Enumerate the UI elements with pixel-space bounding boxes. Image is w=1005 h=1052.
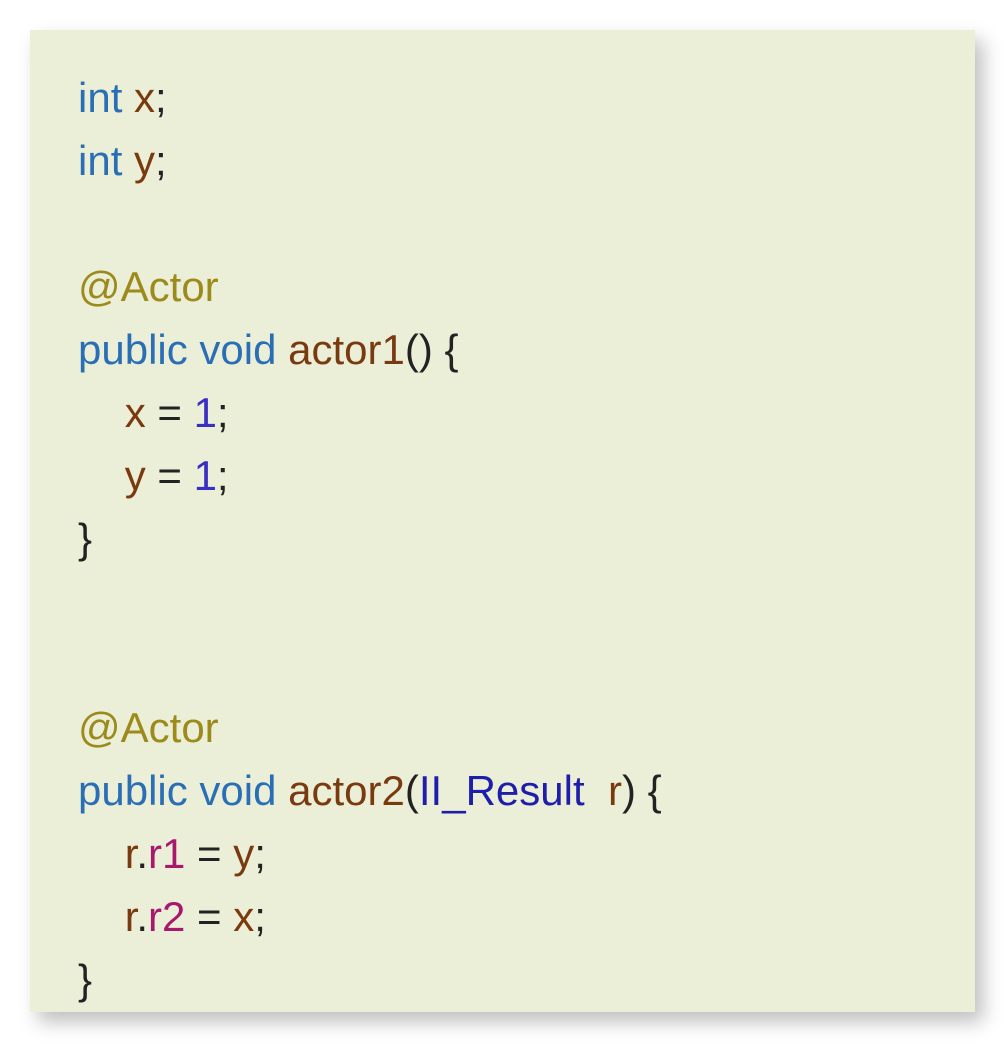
code-token: ( (405, 767, 419, 814)
code-token (122, 74, 134, 121)
code-token: void (199, 767, 276, 814)
code-token: = (146, 389, 194, 436)
code-token: @Actor (78, 263, 219, 310)
code-line (78, 192, 933, 255)
code-token: ; (155, 137, 167, 184)
code-token: @Actor (78, 704, 219, 751)
code-token: x (134, 74, 155, 121)
code-token: = (185, 893, 233, 940)
code-token: = (185, 830, 233, 877)
code-token: { (636, 767, 662, 814)
code-token: r2 (148, 893, 185, 940)
code-token: public (78, 326, 188, 373)
code-token: r (125, 893, 137, 940)
code-line: int x; (78, 66, 933, 129)
code-panel: int x;int y; @Actorpublic void actor1() … (30, 30, 975, 1012)
code-token: y (134, 137, 155, 184)
code-line: @Actor (78, 255, 933, 318)
code-token: y (125, 452, 146, 499)
code-line: y = 1; (78, 444, 933, 507)
code-line: } (78, 507, 933, 570)
code-line: public void actor2(II_Result r) { (78, 759, 933, 822)
code-token: } (78, 956, 92, 1003)
code-token (276, 767, 288, 814)
code-token: = (146, 452, 194, 499)
code-token: II_Result (419, 767, 585, 814)
code-line: } (78, 948, 933, 1011)
code-token (585, 767, 608, 814)
code-token: y (233, 830, 254, 877)
code-line (78, 633, 933, 696)
code-token: ; (254, 893, 266, 940)
code-token: . (136, 893, 148, 940)
screenshot-wrap: int x;int y; @Actorpublic void actor1() … (0, 0, 1005, 1052)
code-token: } (78, 515, 92, 562)
code-token (188, 326, 200, 373)
code-token: actor2 (288, 767, 405, 814)
code-line: r.r1 = y; (78, 822, 933, 885)
code-token (276, 326, 288, 373)
code-token: ; (217, 452, 229, 499)
code-token: public (78, 767, 188, 814)
code-token: ; (254, 830, 266, 877)
code-token (188, 767, 200, 814)
code-token: int (78, 74, 122, 121)
code-token: r (125, 830, 137, 877)
code-token (122, 137, 134, 184)
code-token (78, 389, 125, 436)
code-line: public void actor1() { (78, 318, 933, 381)
code-token: . (136, 830, 148, 877)
code-token: ; (155, 74, 167, 121)
code-line: int y; (78, 129, 933, 192)
code-token: { (433, 326, 459, 373)
code-token: x (125, 389, 146, 436)
code-token (78, 830, 125, 877)
code-line: x = 1; (78, 381, 933, 444)
code-token: r1 (148, 830, 185, 877)
code-line: @Actor (78, 696, 933, 759)
code-token: void (199, 326, 276, 373)
code-token: r (608, 767, 622, 814)
code-token: ; (217, 389, 229, 436)
code-token: () (405, 326, 433, 373)
code-token (78, 893, 125, 940)
code-token: actor1 (288, 326, 405, 373)
code-token: 1 (194, 389, 217, 436)
code-token: ) (622, 767, 636, 814)
code-token: 1 (194, 452, 217, 499)
code-token: int (78, 137, 122, 184)
code-token (78, 452, 125, 499)
code-line: r.r2 = x; (78, 885, 933, 948)
code-token: x (233, 893, 254, 940)
code-line (78, 570, 933, 633)
